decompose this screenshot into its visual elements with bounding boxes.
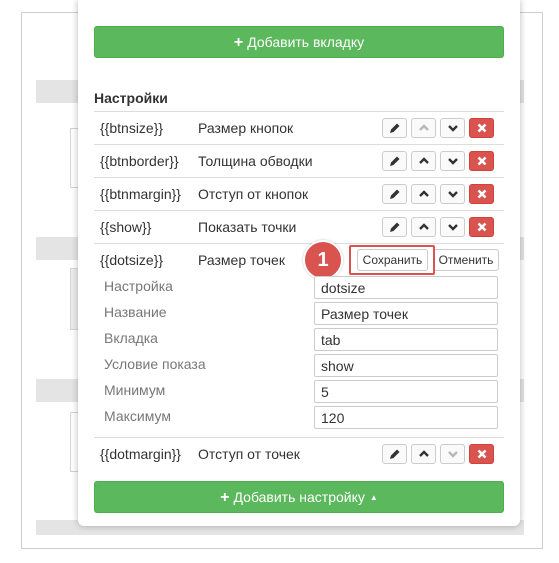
chevron-down-icon — [447, 451, 458, 458]
chevron-down-icon — [447, 158, 458, 165]
row-actions — [382, 444, 494, 464]
setting-label: Показать точки — [198, 219, 297, 235]
minimum-input[interactable] — [314, 380, 498, 403]
close-icon — [477, 123, 486, 133]
setting-row: {{btnmargin}} Отступ от кнопок — [94, 177, 504, 210]
delete-button[interactable] — [469, 217, 494, 237]
setting-variable: {{btnsize}} — [100, 120, 164, 136]
chevron-up-icon — [418, 223, 429, 230]
add-setting-button[interactable]: + Добавить настройку ▲ — [94, 481, 504, 513]
highlight-frame — [349, 245, 435, 275]
move-down-button[interactable] — [440, 444, 465, 464]
edit-button[interactable] — [382, 217, 407, 237]
row-actions — [382, 184, 494, 204]
setting-label: Отступ от кнопок — [198, 186, 309, 202]
section-title: Настройки — [94, 90, 168, 106]
move-down-button[interactable] — [440, 184, 465, 204]
name-input[interactable] — [314, 302, 498, 325]
move-down-button[interactable] — [440, 151, 465, 171]
move-down-button[interactable] — [440, 217, 465, 237]
chevron-down-icon — [447, 125, 458, 132]
delete-button[interactable] — [469, 151, 494, 171]
chevron-down-icon — [447, 191, 458, 198]
field-label-tab: Вкладка — [104, 330, 158, 346]
move-up-button[interactable] — [411, 184, 436, 204]
close-icon — [477, 189, 486, 199]
delete-button[interactable] — [469, 118, 494, 138]
setting-variable: {{show}} — [100, 219, 152, 235]
chevron-up-icon — [418, 157, 429, 164]
row-actions — [382, 118, 494, 138]
field-label-maximum: Максимум — [104, 408, 171, 424]
close-icon — [477, 156, 486, 166]
edit-button[interactable] — [382, 151, 407, 171]
setting-key-input[interactable] — [314, 276, 498, 299]
setting-variable: {{dotmargin}} — [100, 446, 181, 462]
setting-row: {{show}} Показать точки — [94, 210, 504, 243]
step-badge: 1 — [303, 240, 343, 280]
field-label-setting: Настройка — [104, 278, 173, 294]
setting-variable: {{btnmargin}} — [100, 186, 181, 202]
pencil-icon — [389, 449, 399, 459]
pencil-icon — [389, 123, 399, 133]
edit-button[interactable] — [382, 444, 407, 464]
add-tab-button[interactable]: + Добавить вкладку — [94, 26, 504, 58]
cancel-button[interactable]: Отменить — [433, 249, 499, 271]
move-up-button[interactable] — [411, 151, 436, 171]
chevron-up-icon — [418, 124, 429, 131]
setting-row: {{dotmargin}} Отступ от точек — [94, 437, 504, 470]
setting-label: Размер точек — [198, 252, 285, 268]
move-up-button[interactable] — [411, 118, 436, 138]
setting-variable: {{btnborder}} — [100, 153, 179, 169]
delete-button[interactable] — [469, 184, 494, 204]
edit-button[interactable] — [382, 184, 407, 204]
chevron-up-icon — [418, 190, 429, 197]
setting-variable: {{dotsize}} — [100, 252, 164, 268]
chevron-up-icon — [418, 450, 429, 457]
setting-row: {{btnsize}} Размер кнопок — [94, 111, 504, 144]
close-icon — [477, 222, 486, 232]
setting-label: Толщина обводки — [198, 153, 313, 169]
setting-row: {{btnborder}} Толщина обводки — [94, 144, 504, 177]
caret-up-icon: ▲ — [369, 493, 378, 502]
move-up-button[interactable] — [411, 217, 436, 237]
maximum-input[interactable] — [314, 406, 498, 429]
condition-input[interactable] — [314, 354, 498, 377]
field-label-condition: Условие показа — [104, 356, 206, 372]
move-up-button[interactable] — [411, 444, 436, 464]
field-label-minimum: Минимум — [104, 382, 166, 398]
pencil-icon — [389, 222, 399, 232]
pencil-icon — [389, 189, 399, 199]
move-down-button[interactable] — [440, 118, 465, 138]
add-tab-label: Добавить вкладку — [247, 34, 365, 50]
plus-icon: + — [220, 489, 230, 506]
row-actions — [382, 151, 494, 171]
row-actions — [382, 217, 494, 237]
pencil-icon — [389, 156, 399, 166]
chevron-down-icon — [447, 224, 458, 231]
setting-label: Размер кнопок — [198, 120, 294, 136]
add-setting-label: Добавить настройку — [233, 489, 365, 505]
tab-input[interactable] — [314, 328, 498, 351]
edit-button[interactable] — [382, 118, 407, 138]
settings-panel: + Добавить вкладку Настройки {{btnsize}} … — [78, 0, 520, 526]
field-label-name: Название — [104, 304, 167, 320]
setting-label: Отступ от точек — [198, 446, 300, 462]
close-icon — [477, 449, 486, 459]
plus-icon: + — [233, 34, 244, 51]
delete-button[interactable] — [469, 444, 494, 464]
